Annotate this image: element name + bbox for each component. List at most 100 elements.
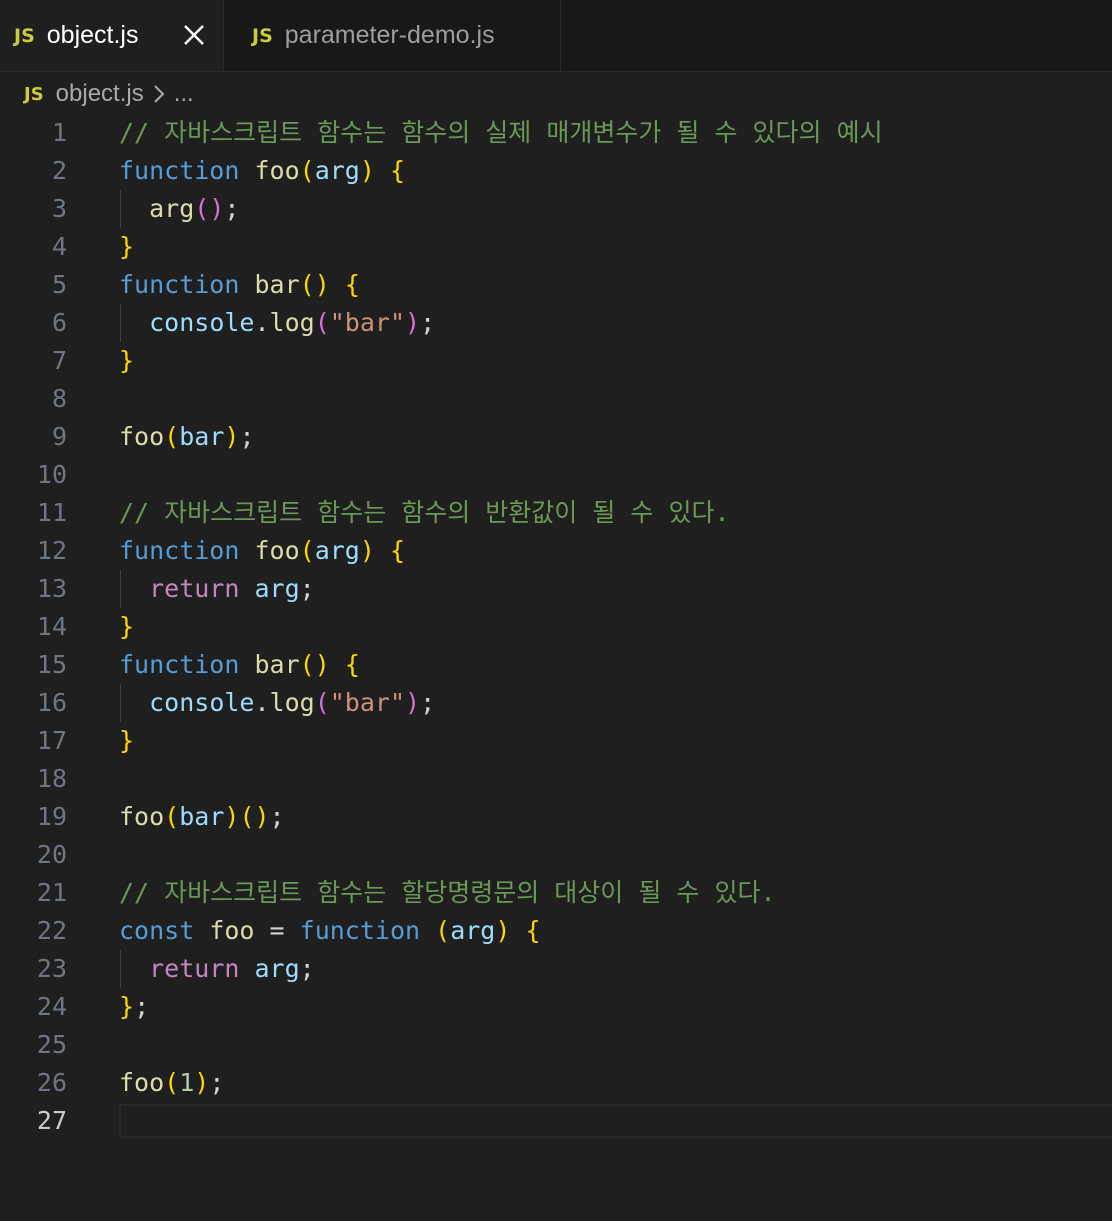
code-token: console [149,308,255,337]
code-text: function foo(arg) { [119,152,405,190]
code-line[interactable]: 4} [0,228,1112,266]
code-text: const foo = function (arg) { [119,912,541,950]
line-number: 25 [36,1030,67,1059]
code-line[interactable]: 26 foo(1); [0,1064,1112,1102]
code-text: function bar() { [119,646,360,684]
code-token: const [119,916,195,945]
line-number: 11 [36,498,67,527]
code-line[interactable]: 13 return arg; [0,570,1112,608]
code-line[interactable]: 11 // 자바스크립트 함수는 함수의 반환값이 될 수 있다. [0,494,1112,532]
code-line[interactable]: 25 [0,1026,1112,1064]
line-number: 12 [36,536,67,565]
code-line[interactable]: 24}; [0,988,1112,1026]
code-line[interactable]: 21 // 자바스크립트 함수는 할당명령문의 대상이 될 수 있다. [0,874,1112,912]
line-number: 22 [36,916,67,945]
code-line[interactable]: 7} [0,342,1112,380]
code-token: } [119,726,135,755]
close-icon[interactable] [181,22,207,48]
code-token: } [119,346,135,375]
code-line[interactable]: 8 [0,380,1112,418]
code-line[interactable]: 5 function bar() { [0,266,1112,304]
code-line[interactable]: 12 function foo(arg) { [0,532,1112,570]
code-token: ; [420,688,436,717]
code-token: () [299,650,330,679]
code-token: foo [254,156,300,185]
code-token: } [119,612,135,641]
code-line[interactable]: 9 foo(bar); [0,418,1112,456]
code-token: ; [134,992,150,1021]
code-token: log [269,308,315,337]
code-text: // 자바스크립트 함수는 함수의 반환값이 될 수 있다. [119,494,730,532]
code-token: ; [239,422,255,451]
code-token: = [254,916,300,945]
code-token: console [149,688,255,717]
code-line[interactable]: 2 function foo(arg) { [0,152,1112,190]
code-token: arg [314,536,360,565]
code-token: ( [299,536,315,565]
code-token: "bar" [329,308,406,337]
line-number: 23 [36,954,67,983]
code-token: ; [299,954,315,983]
line-number: 6 [51,308,67,337]
line-number: 15 [36,650,67,679]
code-token: ) [359,536,375,565]
code-line[interactable]: 16 console.log("bar"); [0,684,1112,722]
code-text: function bar() { [119,266,360,304]
code-text: return arg; [119,570,315,608]
code-line[interactable]: 20 [0,836,1112,874]
line-number: 7 [51,346,67,375]
code-token: // 자바스크립트 함수는 할당명령문의 대상이 될 수 있다. [119,878,776,907]
tab-object-js[interactable]: JS object.js [0,0,224,71]
code-line[interactable]: 17} [0,722,1112,760]
code-text: foo(bar); [119,418,255,456]
code-line[interactable]: 18 [0,760,1112,798]
tab-parameter-demo-js[interactable]: JS parameter-demo.js [224,0,561,71]
line-number: 5 [51,270,67,299]
code-text: }; [119,988,149,1026]
line-number: 19 [36,802,67,831]
editor-tab-bar: JS object.js JS parameter-demo.js [0,0,1112,72]
code-line[interactable]: 19 foo(bar)(); [0,798,1112,836]
code-text: foo(1); [119,1064,224,1102]
code-token: ; [299,574,315,603]
code-token: ; [269,802,285,831]
code-token: { [344,270,360,299]
code-token: arg [254,574,300,603]
code-token: ; [420,308,436,337]
breadcrumb-symbols[interactable]: ... [174,80,194,108]
code-token: ) [209,194,225,223]
code-token: ( [299,156,315,185]
code-token: ( [435,916,451,945]
code-line[interactable]: 27 [0,1102,1112,1140]
code-token: foo [209,916,255,945]
code-token: ( [164,1068,180,1097]
code-line[interactable]: 1 // 자바스크립트 함수는 함수의 실제 매개변수가 될 수 있다의 예시 [0,114,1112,152]
code-line[interactable]: 22 const foo = function (arg) { [0,912,1112,950]
code-token: bar [254,650,300,679]
code-line[interactable]: 3 arg(); [0,190,1112,228]
code-token: ( [194,194,210,223]
code-token: function [119,156,240,185]
line-number: 16 [36,688,67,717]
code-text: } [119,228,134,266]
code-token: ; [209,1068,225,1097]
code-line[interactable]: 6 console.log("bar"); [0,304,1112,342]
breadcrumb-file[interactable]: object.js [56,80,144,108]
code-line[interactable]: 14} [0,608,1112,646]
code-text: return arg; [119,950,315,988]
line-number: 9 [51,422,67,451]
code-token: ) [405,688,421,717]
code-token: () [239,802,270,831]
code-line[interactable]: 23 return arg; [0,950,1112,988]
code-line[interactable]: 10 [0,456,1112,494]
code-token: } [119,232,135,261]
code-token: return [149,954,240,983]
code-line[interactable]: 15 function bar() { [0,646,1112,684]
code-text: console.log("bar"); [119,304,435,342]
